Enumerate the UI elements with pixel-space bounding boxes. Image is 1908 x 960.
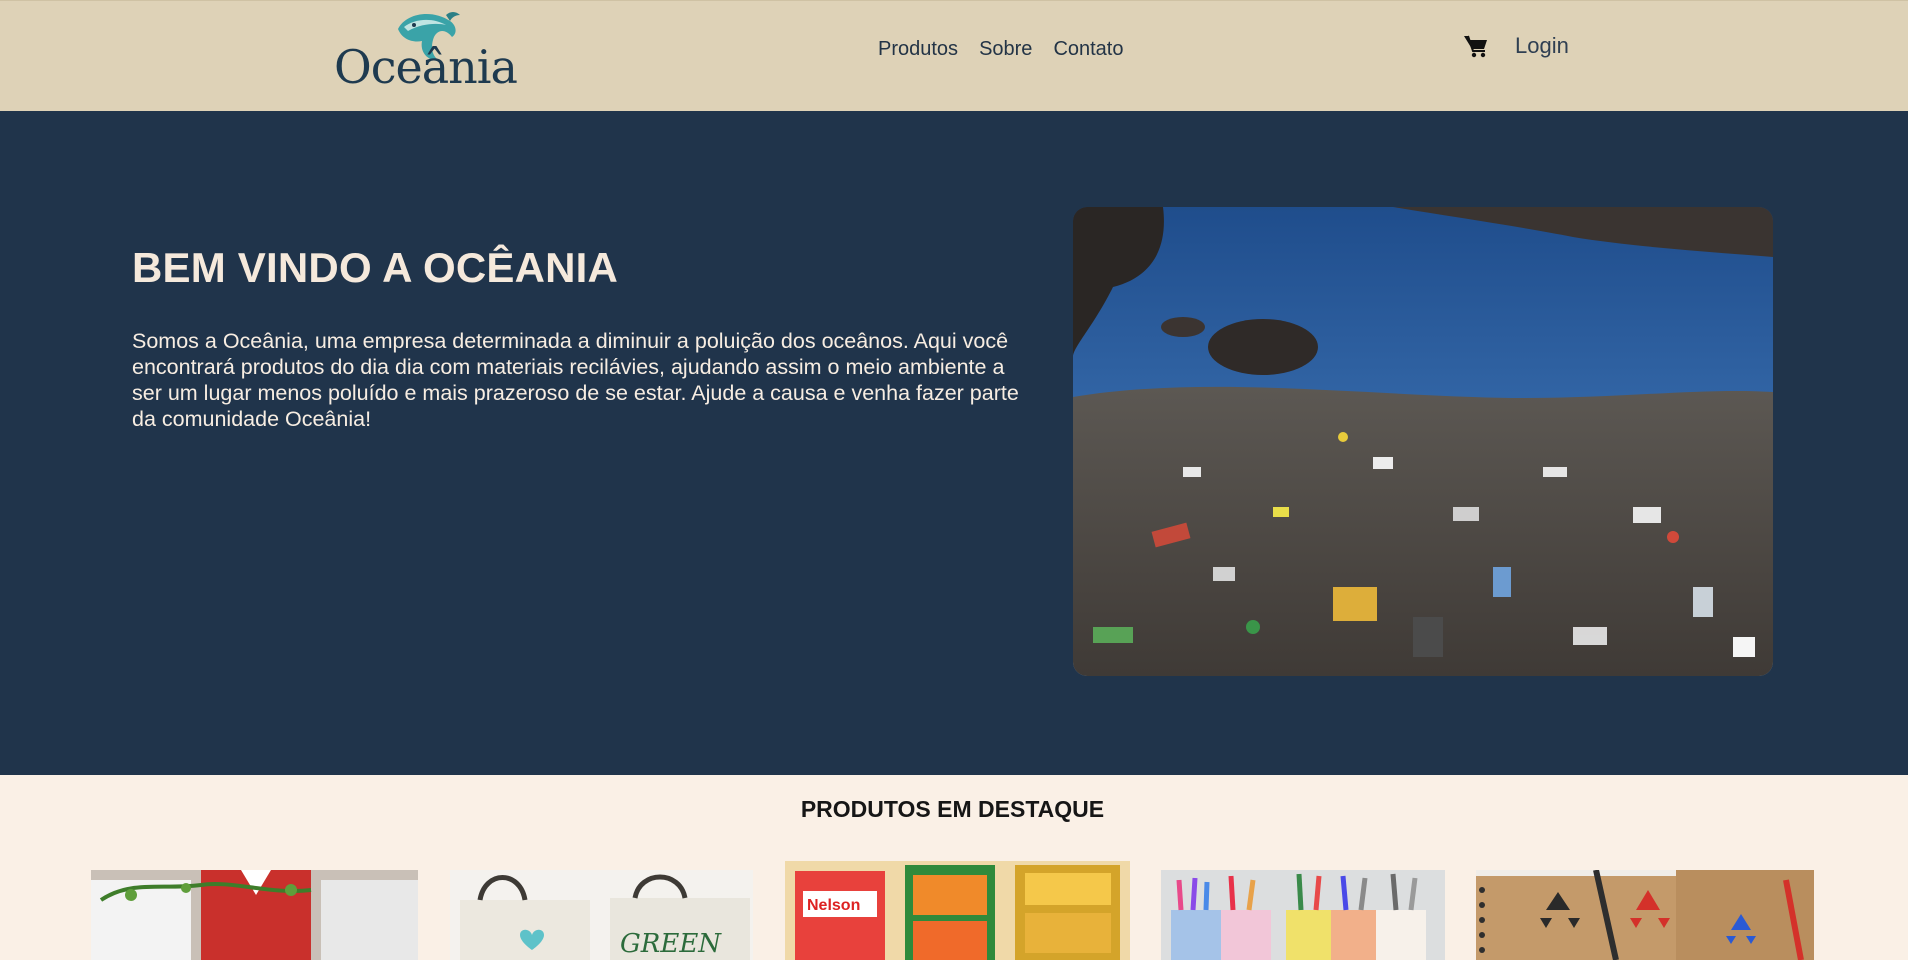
nav-link-sobre[interactable]: Sobre <box>979 37 1032 61</box>
nav-link-contato[interactable]: Contato <box>1053 37 1123 61</box>
featured-products-section: PRODUTOS EM DESTAQUE GREEN Nelson <box>0 775 1908 960</box>
cart-icon[interactable] <box>1463 34 1489 58</box>
product-image-text: Nelson <box>807 897 860 914</box>
login-link[interactable]: Login <box>1515 32 1569 60</box>
main-nav: Produtos Sobre Contato <box>878 37 1145 61</box>
product-card[interactable]: GREEN <box>450 870 753 960</box>
product-card[interactable] <box>1476 870 1814 960</box>
nav-link-produtos[interactable]: Produtos <box>878 37 958 61</box>
logo-wordmark: Oceânia <box>334 40 518 94</box>
product-image: Nelson <box>785 861 1130 960</box>
product-card[interactable] <box>1161 870 1445 960</box>
product-image <box>1476 870 1814 960</box>
hero-description: Somos a Oceânia, uma empresa determinada… <box>132 329 1019 431</box>
polluted-beach-image <box>1073 207 1773 676</box>
product-image: GREEN <box>450 870 753 960</box>
section-title: PRODUTOS EM DESTAQUE <box>800 796 1105 822</box>
product-card[interactable]: Nelson <box>785 861 1130 960</box>
hero-section: BEM VINDO A OCÊANIA Somos a Oceânia, uma… <box>0 111 1908 775</box>
product-image <box>1161 870 1445 960</box>
product-card[interactable] <box>91 870 418 960</box>
product-image-text: GREEN <box>620 929 722 959</box>
hero-title: BEM VINDO A OCÊANIA <box>132 244 619 291</box>
product-image <box>91 870 418 960</box>
site-logo[interactable]: Oceânia <box>334 7 518 93</box>
site-header: Oceânia Produtos Sobre Contato Login <box>0 0 1908 111</box>
